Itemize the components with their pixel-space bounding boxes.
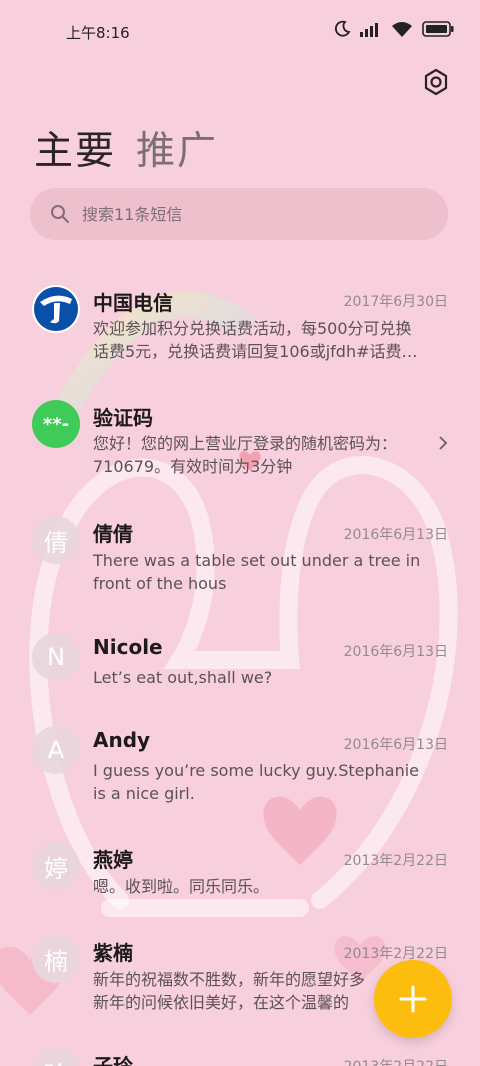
avatar: **- (32, 400, 80, 448)
status-icons (333, 20, 454, 38)
sender-name: 验证码 (93, 406, 153, 430)
message-preview: 新年的祝福数不胜数，新年的愿望好多 新年的问候依旧美好，在这个温馨的 (93, 970, 366, 1012)
conversation-item[interactable]: 玲 子玲 2013年2月22日 (0, 1048, 480, 1066)
search-input[interactable] (80, 203, 414, 225)
avatar: 婷 (32, 842, 80, 890)
sender-name: 燕婷 (93, 848, 133, 872)
avatar: 倩 (32, 516, 80, 564)
conversation-item[interactable]: A Andy 2016年6月13日 I guess you’re some lu… (0, 726, 480, 816)
conversation-item[interactable]: **- 验证码 您好！您的网上营业厅登录的随机密码为： 710679。有效时间为… (0, 400, 480, 490)
sender-name: 中国电信 (93, 291, 173, 315)
message-preview: 您好！您的网上营业厅登录的随机密码为： 710679。有效时间为3分钟 (93, 434, 398, 476)
tab-main[interactable]: 主要 (34, 120, 116, 176)
message-date: 2013年2月22日 (344, 1056, 448, 1066)
status-bar: 上午8:16 (0, 0, 480, 62)
plus-icon (399, 985, 427, 1013)
battery-icon (422, 21, 454, 37)
moon-icon (334, 20, 351, 37)
avatar: 玲 (32, 1048, 80, 1066)
sender-name: 紫楠 (93, 941, 133, 965)
message-preview: I guess you’re some lucky guy.Stephanie … (93, 761, 419, 803)
status-time: 上午8:16 (66, 24, 130, 42)
conversation-item[interactable]: 婷 燕婷 2013年2月22日 嗯。收到啦。同乐同乐。 (0, 842, 480, 912)
search-icon (51, 205, 69, 223)
message-date: 2016年6月13日 (343, 737, 448, 753)
china-telecom-logo (32, 285, 80, 333)
message-preview: There was a table set out under a tree i… (93, 551, 421, 593)
new-message-button[interactable] (374, 960, 452, 1038)
conversation-item[interactable]: 倩 倩倩 2016年6月13日 There was a table set ou… (0, 516, 480, 606)
avatar: A (32, 726, 80, 774)
wifi-icon (392, 22, 412, 37)
sender-name: Nicole (93, 635, 163, 659)
tab-promotions[interactable]: 推广 (136, 120, 218, 176)
message-preview: 欢迎参加积分兑换话费活动，每500分可兑换 话费5元，兑换话费请回复106或jf… (93, 319, 418, 361)
avatar: N (32, 633, 80, 681)
message-date: 2017年6月30日 (343, 294, 448, 310)
chevron-right-icon[interactable] (436, 436, 450, 450)
sender-name: 倩倩 (93, 522, 133, 546)
tab-bar: 主要 推广 (34, 120, 218, 176)
conversation-item[interactable]: 中国电信 2017年6月30日 欢迎参加积分兑换话费活动，每500分可兑换 话费… (0, 285, 480, 375)
message-preview: Let’s eat out,shall we? (93, 668, 273, 687)
message-date: 2013年2月22日 (343, 946, 448, 962)
sender-name: Andy (93, 728, 151, 752)
gear-icon[interactable] (422, 68, 450, 96)
message-date: 2016年6月13日 (343, 527, 448, 543)
message-preview: 嗯。收到啦。同乐同乐。 (93, 877, 270, 896)
signal-icon (360, 23, 378, 37)
conversation-item[interactable]: N Nicole 2016年6月13日 Let’s eat out,shall … (0, 633, 480, 703)
message-date: 2016年6月13日 (343, 644, 448, 660)
avatar: 楠 (32, 935, 80, 983)
search-bar[interactable] (30, 188, 448, 240)
sender-name: 子玲 (93, 1054, 133, 1066)
message-date: 2013年2月22日 (343, 853, 448, 869)
